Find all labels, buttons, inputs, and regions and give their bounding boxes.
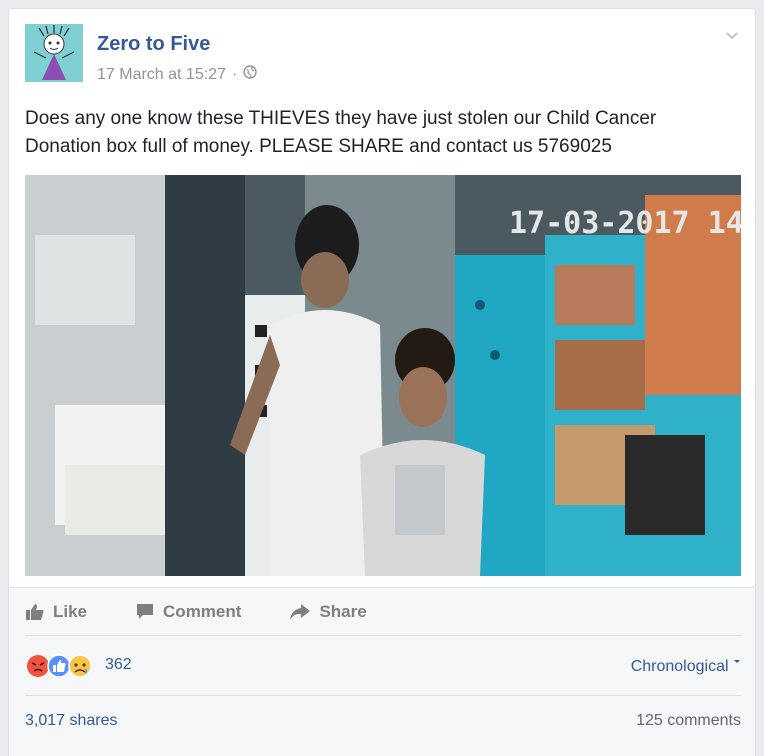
sad-reaction-icon: [68, 654, 92, 678]
photo-timestamp: 17-03-2017 14:46: [509, 206, 741, 241]
page-name-link[interactable]: Zero to Five: [97, 33, 210, 56]
shares-count[interactable]: 3,017 shares: [25, 712, 118, 730]
share-label: Share: [319, 601, 367, 621]
post-card: Zero to Five 17 March at 15:27 · Does an…: [8, 8, 756, 588]
like-reaction-icon: [47, 654, 71, 678]
caret-down-icon: [733, 658, 741, 675]
post-photo[interactable]: 17-03-2017 14:46: [25, 175, 741, 576]
globe-icon[interactable]: [243, 65, 257, 84]
sort-dropdown[interactable]: Chronological: [631, 658, 741, 676]
reaction-icons[interactable]: [25, 652, 105, 680]
sort-label: Chronological: [630, 658, 729, 675]
action-bar: Like Comment Share: [25, 588, 741, 636]
chevron-down-icon[interactable]: [725, 29, 739, 43]
angry-reaction-icon: [27, 655, 49, 677]
reaction-count[interactable]: 362: [105, 656, 132, 674]
post-text: Does any one know these THIEVES they hav…: [25, 108, 657, 157]
stats-row: 3,017 shares 125 comments: [25, 696, 741, 746]
reactions-row: 362 Chronological: [25, 636, 741, 696]
page-avatar[interactable]: [25, 24, 83, 82]
post-meta: 17 March at 15:27 ·: [97, 65, 257, 84]
thumbs-up-icon: [25, 603, 45, 621]
comments-count[interactable]: 125 comments: [636, 712, 741, 730]
comment-button[interactable]: Comment: [135, 602, 241, 622]
share-arrow-icon: [289, 603, 311, 621]
like-label: Like: [53, 601, 88, 621]
comment-label: Comment: [163, 601, 242, 621]
post-footer: Like Comment Share 362 Chronological 3,0…: [8, 588, 756, 756]
like-button[interactable]: Like: [25, 602, 87, 622]
share-button[interactable]: Share: [289, 601, 367, 622]
speech-bubble-icon: [135, 603, 155, 621]
meta-separator: ·: [231, 65, 238, 83]
post-timestamp[interactable]: 17 March at 15:27: [97, 66, 226, 84]
